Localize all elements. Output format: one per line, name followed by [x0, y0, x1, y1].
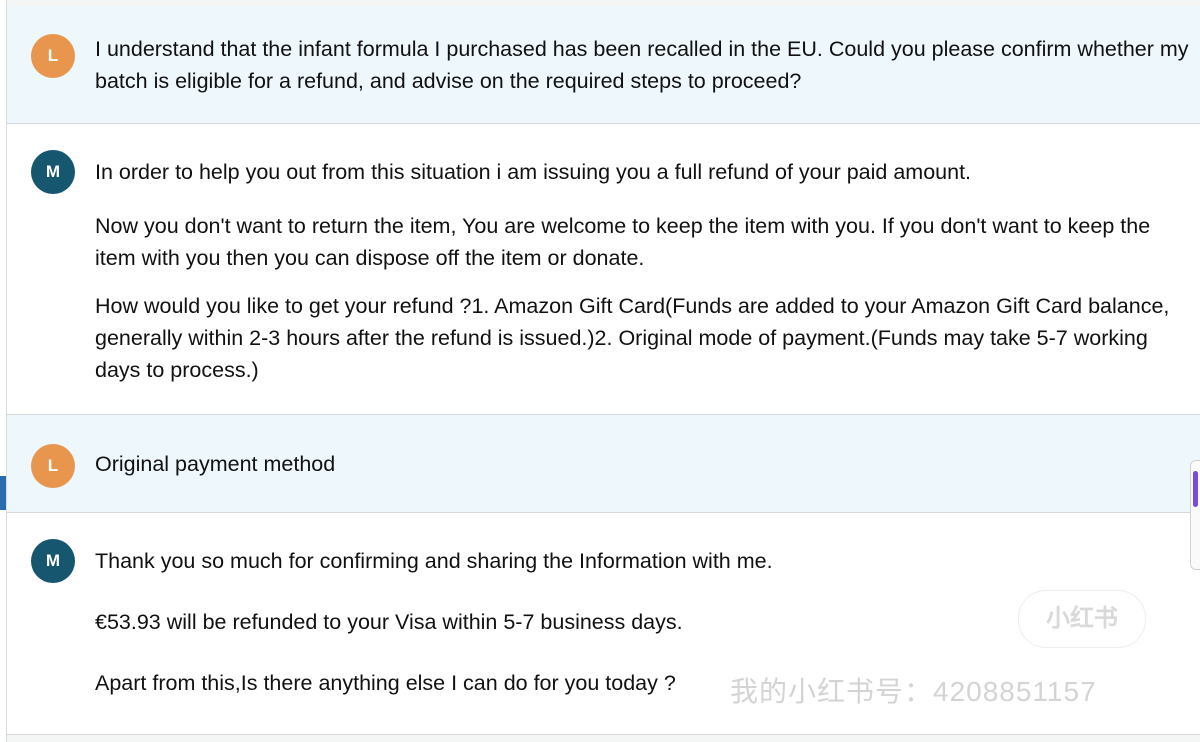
chat-message: L Original payment method [7, 415, 1200, 513]
message-text: I understand that the infant formula I p… [95, 33, 1194, 97]
message-text: Original payment method [95, 448, 1194, 480]
left-edge-strip [0, 0, 7, 742]
message-paragraph: In order to help you out from this situa… [95, 160, 972, 184]
message-paragraph: I understand that the infant formula I p… [95, 37, 1189, 93]
side-panel-accent [1193, 471, 1198, 507]
message-paragraph: Now you don't want to return the item, Y… [95, 214, 1151, 270]
avatar-agent: M [31, 539, 75, 583]
message-paragraph: Thank you so much for confirming and sha… [95, 549, 773, 573]
message-paragraph: Original payment method [95, 452, 336, 476]
chat-message: L I understand that the infant formula I… [7, 6, 1200, 124]
message-paragraph: How would you like to get your refund ?1… [95, 294, 1170, 382]
chat-message: M In order to help you out from this sit… [7, 124, 1200, 415]
left-edge-tab[interactable] [0, 476, 6, 510]
watermark-id-text: 我的小红书号：4208851157 [730, 676, 1097, 707]
avatar-customer: L [31, 444, 75, 488]
avatar-agent: M [31, 150, 75, 194]
watermark-logo: 小红书 [1018, 590, 1146, 648]
chat-window: L I understand that the infant formula I… [0, 0, 1200, 742]
message-text: In order to help you out from this situa… [95, 156, 1194, 386]
avatar-customer: L [31, 34, 75, 78]
side-panel-handle[interactable] [1190, 460, 1200, 570]
